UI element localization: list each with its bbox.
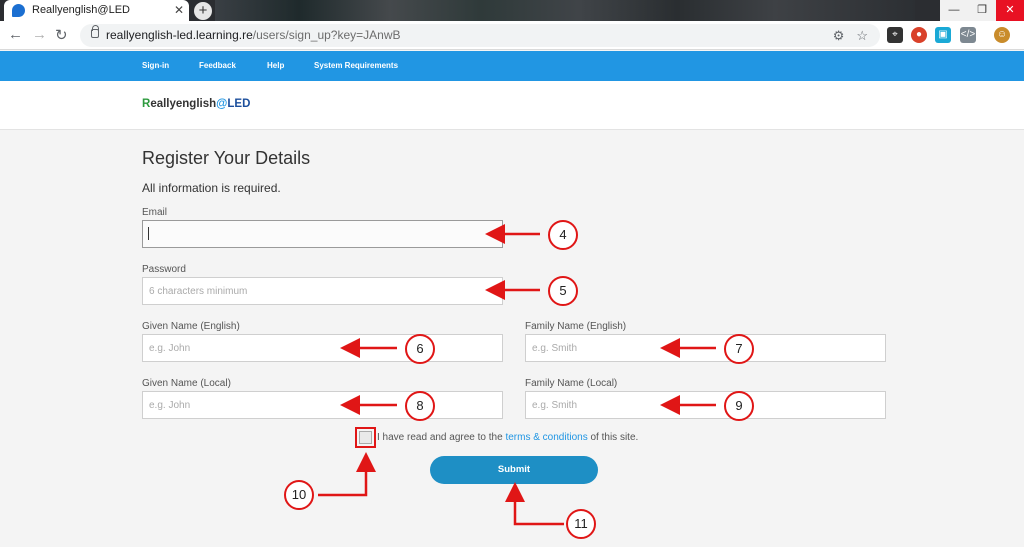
annotation-number-4: 4 [548, 220, 578, 250]
annotation-number-8: 8 [405, 391, 435, 421]
annotation-number-5: 5 [548, 276, 578, 306]
annotation-number-11: 11 [566, 509, 596, 539]
annotation-number-6: 6 [405, 334, 435, 364]
annotation-number-7: 7 [724, 334, 754, 364]
annotation-number-10: 10 [284, 480, 314, 510]
annotation-arrows [318, 224, 716, 526]
page: Reallyenglish@LED ✕ + — ❐ ✕ ← → ↻ really… [0, 0, 1024, 547]
annotation-number-9: 9 [724, 391, 754, 421]
checkbox-highlight-box [355, 427, 376, 448]
arrow-10 [318, 452, 376, 497]
arrow-11 [505, 482, 564, 526]
